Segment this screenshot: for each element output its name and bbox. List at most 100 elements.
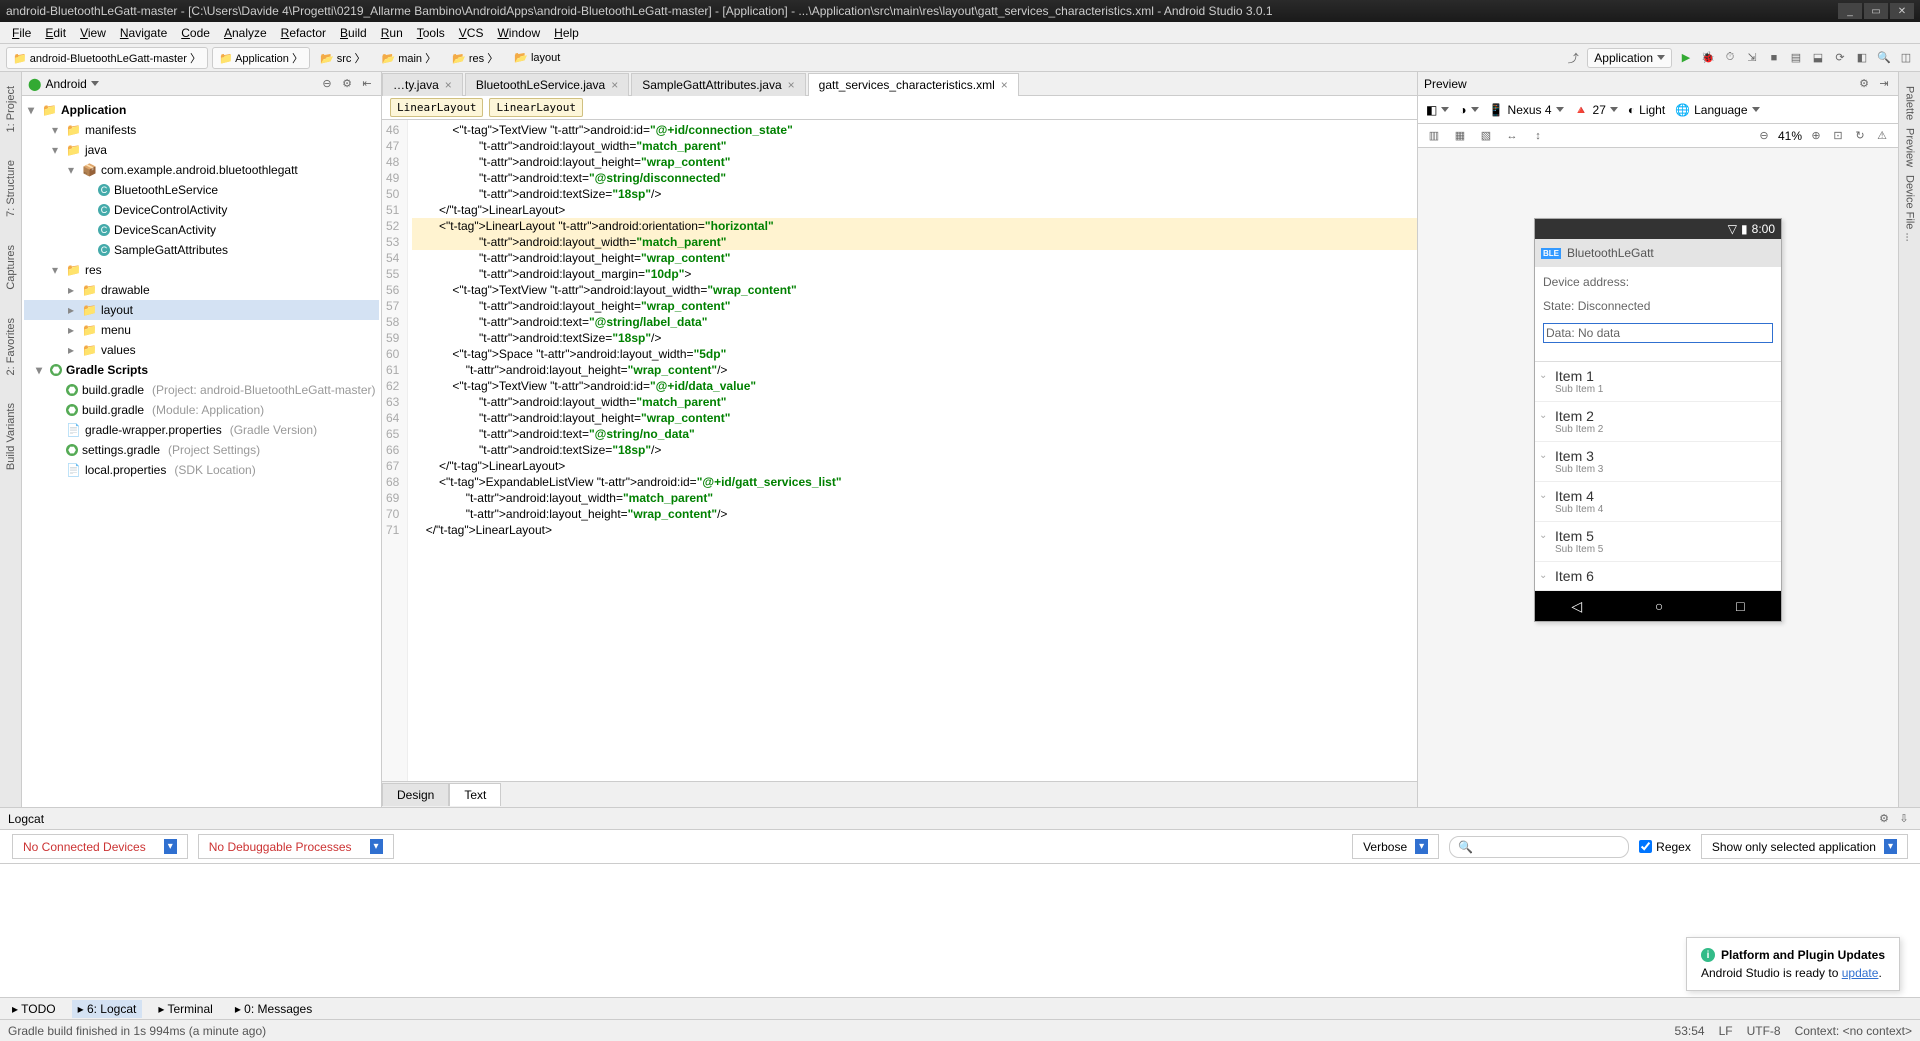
menu-window[interactable]: Window [491,24,546,42]
minimize-button[interactable]: _ [1838,3,1862,19]
hide-icon[interactable]: ⇥ [1876,76,1892,92]
menu-file[interactable]: File [6,24,37,42]
breadcrumb-item[interactable]: 📂 main 〉 [375,48,442,68]
profile-button[interactable]: ⏱ [1722,50,1738,66]
device-selector[interactable]: No Connected Devices▾ [12,834,188,859]
tree-app-root[interactable]: ▾📁 Application [24,100,379,120]
collapse-icon[interactable]: ⊖ [319,76,335,92]
breadcrumb-item[interactable]: 📁 Application 〉 [212,47,310,69]
project-tree[interactable]: ▾📁 Application ▾📁manifests▾📁java▾📦com.ex… [22,96,381,807]
preview-canvas[interactable]: ▽ ▮ 8:00 BLE BluetoothLeGatt Device addr… [1418,148,1898,807]
regex-checkbox[interactable]: Regex [1639,840,1691,854]
tree-row[interactable]: ▾⬣Gradle Scripts [24,360,379,380]
context[interactable]: Context: <no context> [1795,1024,1912,1038]
editor-tab[interactable]: gatt_services_characteristics.xml× [808,73,1019,96]
tree-row[interactable]: ⬣build.gradle(Project: android-Bluetooth… [24,380,379,400]
bottom-tab[interactable]: ▸ TODO [6,1000,62,1018]
view-mode-2[interactable]: ▦ [1452,128,1468,144]
tree-row[interactable]: CBluetoothLeService [24,180,379,200]
tree-row[interactable]: CDeviceControlActivity [24,200,379,220]
menu-tools[interactable]: Tools [411,24,451,42]
gear-icon[interactable]: ⚙ [339,76,355,92]
menu-edit[interactable]: Edit [39,24,72,42]
close-icon[interactable]: × [1001,78,1008,92]
warning-icon[interactable]: ⚠ [1874,128,1890,144]
theme-selector-icon[interactable]: ◑ [1459,103,1478,117]
editor-tab[interactable]: …ty.java× [382,73,463,96]
close-icon[interactable]: × [611,78,618,92]
debug-button[interactable]: 🐞 [1700,50,1716,66]
filter-selector[interactable]: Show only selected application▾ [1701,834,1908,859]
avd-button[interactable]: ▤ [1788,50,1804,66]
breadcrumb-item[interactable]: 📂 res 〉 [446,48,504,68]
update-link[interactable]: update [1842,966,1879,980]
menu-code[interactable]: Code [175,24,216,42]
logcat-body[interactable]: iPlatform and Plugin Updates Android Stu… [0,864,1920,997]
design-tab-design[interactable]: Design [382,783,449,806]
sync-button[interactable]: ⟳ [1832,50,1848,66]
tree-row[interactable]: CDeviceScanActivity [24,220,379,240]
process-selector[interactable]: No Debuggable Processes▾ [198,834,394,859]
tree-row[interactable]: ▾📦com.example.android.bluetoothlegatt [24,160,379,180]
sdk-button[interactable]: ⬓ [1810,50,1826,66]
line-ending[interactable]: LF [1719,1024,1733,1038]
tree-row[interactable]: ▸📁layout [24,300,379,320]
tool-tab[interactable]: Build Variants [3,399,19,474]
tree-row[interactable]: ⬣settings.gradle(Project Settings) [24,440,379,460]
layout-button[interactable]: ◫ [1898,50,1914,66]
bottom-tab[interactable]: ▸ 6: Logcat [72,1000,143,1018]
tool-tab[interactable]: 2: Favorites [3,314,19,379]
zoom-fit-icon[interactable]: ⊡ [1830,128,1846,144]
run-config-selector[interactable]: Application [1587,48,1672,68]
tree-row[interactable]: ▾📁res [24,260,379,280]
menu-navigate[interactable]: Navigate [114,24,173,42]
language-selector[interactable]: 🌐 Language [1675,103,1759,117]
tool-tab[interactable]: Preview [1902,124,1918,171]
bottom-tab[interactable]: ▸ Terminal [152,1000,219,1018]
expand-icon[interactable]: ↕ [1530,128,1546,144]
gear-icon[interactable]: ⚙ [1856,76,1872,92]
gear-icon[interactable]: ⚙ [1876,811,1892,827]
device-selector[interactable]: 📱 Nexus 4 [1489,103,1564,117]
orientation-selector[interactable]: ◧ [1426,103,1449,117]
zoom-in-icon[interactable]: ⊕ [1808,128,1824,144]
make-icon[interactable]: ⤴ [1565,50,1581,66]
logcat-search[interactable]: 🔍 [1449,836,1629,858]
tree-row[interactable]: ▾📁java [24,140,379,160]
log-level-selector[interactable]: Verbose▾ [1352,834,1439,859]
tool-tab[interactable]: 7: Structure [3,156,19,221]
tree-row[interactable]: CSampleGattAttributes [24,240,379,260]
view-mode-1[interactable]: ▥ [1426,128,1442,144]
code-editor[interactable]: 4647484950515253545556575859606162636465… [382,120,1417,781]
attach-button[interactable]: ⇲ [1744,50,1760,66]
menu-refactor[interactable]: Refactor [275,24,332,42]
tool-tab[interactable]: Device File ... [1902,171,1918,246]
close-icon[interactable]: × [445,78,452,92]
zoom-out-icon[interactable]: ⊖ [1756,128,1772,144]
project-view-selector[interactable]: ⬤ Android [28,77,99,91]
tool-tab[interactable]: Palette [1902,82,1918,124]
menu-analyze[interactable]: Analyze [218,24,273,42]
close-icon[interactable]: × [788,78,795,92]
menu-help[interactable]: Help [548,24,585,42]
breadcrumb-item[interactable]: 📂 layout [508,49,566,66]
pan-icon[interactable]: ↔ [1504,128,1520,144]
tree-row[interactable]: 📄local.properties(SDK Location) [24,460,379,480]
editor-tab[interactable]: SampleGattAttributes.java× [631,73,805,96]
view-mode-3[interactable]: ▧ [1478,128,1494,144]
hide-icon[interactable]: ⇩ [1896,811,1912,827]
design-tab-text[interactable]: Text [449,783,501,806]
menu-build[interactable]: Build [334,24,373,42]
hide-icon[interactable]: ⇤ [359,76,375,92]
tree-row[interactable]: ▾📁manifests [24,120,379,140]
close-button[interactable]: ✕ [1890,3,1914,19]
tree-row[interactable]: ▸📁menu [24,320,379,340]
element-breadcrumb[interactable]: LinearLayout [489,98,582,117]
tree-row[interactable]: ▸📁values [24,340,379,360]
breadcrumb-item[interactable]: 📁 android-BluetoothLeGatt-master 〉 [6,47,208,69]
tool-tab[interactable]: 1: Project [3,82,19,136]
menu-view[interactable]: View [74,24,112,42]
search-icon[interactable]: 🔍 [1876,50,1892,66]
menu-vcs[interactable]: VCS [453,24,490,42]
run-button[interactable]: ▶ [1678,50,1694,66]
